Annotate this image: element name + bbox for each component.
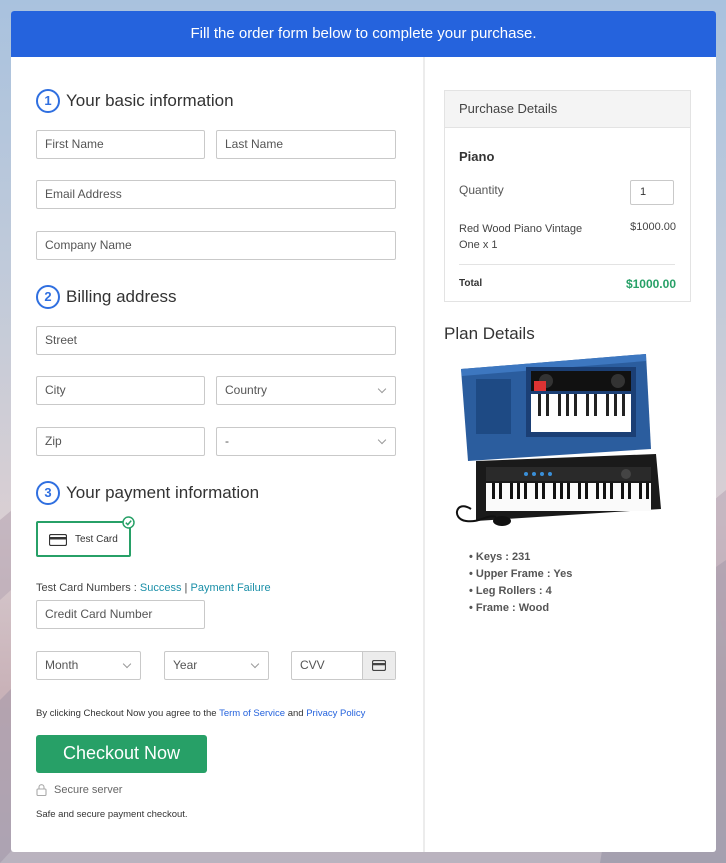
terms-prefix: By clicking Checkout Now you agree to th…	[36, 708, 220, 719]
keyboard-product-image	[456, 354, 661, 526]
chevron-down-icon	[250, 659, 260, 669]
country-select[interactable]: Country	[216, 376, 396, 405]
cvv-field[interactable]: CVV	[291, 651, 396, 680]
chevron-down-icon	[122, 659, 132, 669]
test-card-numbers-label: Test Card Numbers :	[36, 582, 140, 594]
check-circle-icon	[122, 516, 135, 529]
year-select[interactable]: Year	[164, 651, 269, 680]
total-label: Total	[459, 278, 483, 289]
item-name-line2: One x 1	[459, 239, 498, 251]
chevron-down-icon	[377, 384, 387, 394]
city-field[interactable]: City	[36, 376, 205, 405]
test-card-label: Test Card	[75, 534, 118, 545]
terms-of-service-link[interactable]: Term of Service	[219, 708, 285, 719]
last-name-field[interactable]: Last Name	[216, 130, 396, 159]
quantity-label: Quantity	[459, 183, 504, 197]
credit-card-icon	[49, 534, 67, 546]
terms-text: By clicking Checkout Now you agree to th…	[36, 708, 365, 719]
checkout-card: Fill the order form below to complete yo…	[11, 11, 716, 852]
section-number-3: 3	[36, 481, 60, 505]
item-name-line1: Red Wood Piano Vintage	[459, 223, 583, 235]
test-card-option[interactable]: Test Card	[36, 516, 135, 557]
checkout-now-button[interactable]: Checkout Now	[36, 735, 207, 773]
summary-divider	[459, 264, 675, 265]
secure-server-label: Secure server	[54, 784, 123, 796]
company-field[interactable]: Company Name	[36, 231, 396, 260]
item-price: $1000.00	[630, 221, 676, 233]
email-field[interactable]: Email Address	[36, 180, 396, 209]
plan-details-title: Plan Details	[444, 324, 535, 343]
chevron-down-icon	[377, 435, 387, 445]
section-number-1: 1	[36, 89, 60, 113]
column-divider	[423, 57, 425, 852]
credit-card-icon	[372, 660, 386, 671]
section-title-billing: Billing address	[66, 287, 177, 306]
card-number-field[interactable]: Credit Card Number	[36, 600, 205, 629]
success-link[interactable]: Success	[140, 582, 182, 594]
zip-field[interactable]: Zip	[36, 427, 205, 456]
plan-feature-item: • Upper Frame : Yes	[469, 568, 573, 580]
test-card-numbers: Test Card Numbers : Success | Payment Fa…	[36, 582, 271, 594]
plan-feature-item: • Frame : Wood	[469, 602, 550, 614]
plan-feature-item: • Leg Rollers : 4	[469, 585, 552, 597]
month-select-value: Month	[45, 658, 79, 672]
plan-feature-item: • Keys : 231	[469, 551, 531, 563]
item-name: Red Wood Piano Vintage One x 1	[459, 221, 582, 253]
purchase-details-header: Purchase Details	[445, 91, 690, 128]
section-title-payment: Your payment information	[66, 483, 260, 502]
banner: Fill the order form below to complete yo…	[11, 11, 716, 57]
quantity-input[interactable]: 1	[630, 180, 674, 205]
street-field[interactable]: Street	[36, 326, 396, 355]
purchase-details-box: Purchase Details Piano Quantity 1 Red Wo…	[444, 90, 691, 302]
month-select[interactable]: Month	[36, 651, 141, 680]
terms-and: and	[285, 708, 307, 719]
section-title-basic-info: Your basic information	[66, 91, 234, 110]
cvv-card-icon-box	[362, 652, 395, 679]
lock-icon	[36, 784, 47, 796]
country-select-value: Country	[225, 383, 268, 397]
state-select[interactable]: -	[216, 427, 396, 456]
privacy-policy-link[interactable]: Privacy Policy	[306, 708, 365, 719]
payment-failure-link[interactable]: Payment Failure	[190, 582, 270, 594]
section-number-2: 2	[36, 285, 60, 309]
year-select-value: Year	[173, 658, 198, 672]
secure-checkout-note: Safe and secure payment checkout.	[36, 809, 188, 820]
cvv-placeholder: CVV	[300, 658, 325, 672]
total-value: $1000.00	[625, 277, 676, 291]
product-name: Piano	[459, 149, 495, 164]
first-name-field[interactable]: First Name	[36, 130, 205, 159]
state-select-value: -	[225, 434, 229, 448]
